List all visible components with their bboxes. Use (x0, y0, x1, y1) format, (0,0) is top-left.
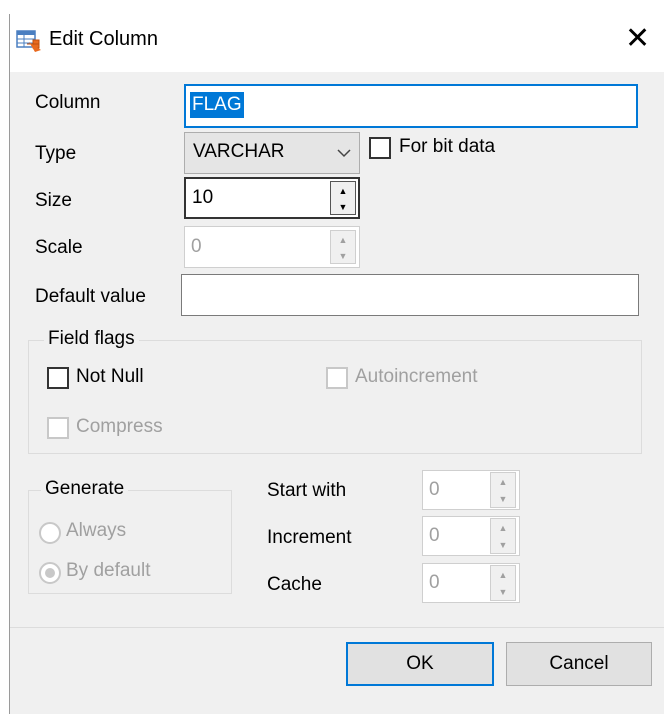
size-input-value: 10 (192, 187, 214, 208)
by-default-radio-dot (45, 568, 55, 578)
type-dropdown[interactable]: VARCHAR (184, 132, 360, 174)
increment-spin-down-icon: ▼ (498, 540, 508, 550)
start-with-spin-up-icon: ▲ (498, 477, 508, 487)
generate-title: Generate (41, 478, 129, 500)
increment-value: 0 (429, 525, 440, 546)
scale-input-value: 0 (191, 236, 202, 257)
increment-spin-up-icon: ▲ (498, 523, 508, 533)
column-name-input[interactable]: FLAG (184, 84, 638, 128)
cache-spin-up-icon: ▲ (498, 570, 508, 580)
increment-spinner: ▲ ▼ (490, 518, 516, 554)
default-value-input[interactable] (181, 274, 639, 316)
cache-value: 0 (429, 572, 440, 593)
for-bit-data-checkbox[interactable] (369, 137, 391, 159)
field-flags-title: Field flags (44, 328, 139, 350)
always-label: Always (66, 520, 127, 541)
compress-label: Compress (76, 416, 163, 437)
type-dropdown-value: VARCHAR (193, 141, 285, 162)
table-edit-icon (15, 28, 43, 56)
start-with-value: 0 (429, 479, 440, 500)
ok-button[interactable]: OK (346, 642, 494, 686)
start-with-label: Start with (267, 480, 347, 501)
increment-label: Increment (267, 527, 352, 548)
scale-label: Scale (35, 237, 83, 258)
by-default-label: By default (66, 560, 151, 581)
size-spin-up-icon[interactable]: ▲ (331, 182, 355, 198)
size-spin-down-icon[interactable]: ▼ (331, 198, 355, 214)
cancel-button[interactable]: Cancel (506, 642, 652, 686)
by-default-radio (39, 562, 61, 584)
default-value-label: Default value (35, 286, 146, 307)
start-with-spinner: ▲ ▼ (490, 472, 516, 508)
scale-spin-down-icon: ▼ (338, 251, 348, 261)
column-label: Column (35, 92, 101, 113)
not-null-checkbox[interactable] (47, 367, 69, 389)
autoincrement-label: Autoincrement (355, 366, 478, 387)
footer-divider (10, 627, 664, 628)
cache-spinner: ▲ ▼ (490, 565, 516, 601)
cache-spin-down-icon: ▼ (498, 587, 508, 597)
always-radio (39, 522, 61, 544)
column-name-selected-text: FLAG (190, 92, 244, 118)
cache-label: Cache (267, 574, 322, 595)
size-label: Size (35, 190, 72, 211)
not-null-label: Not Null (76, 366, 144, 387)
background-window-strip (0, 0, 664, 14)
for-bit-data-label: For bit data (399, 136, 496, 157)
autoincrement-checkbox (326, 367, 348, 389)
start-with-spin-down-icon: ▼ (498, 494, 508, 504)
compress-checkbox (47, 417, 69, 439)
type-label: Type (35, 143, 77, 164)
chevron-down-icon (337, 145, 351, 162)
size-spinner[interactable]: ▲ ▼ (330, 181, 356, 215)
close-icon[interactable]: ✕ (625, 24, 650, 54)
dialog-title: Edit Column (49, 28, 158, 50)
scale-spin-up-icon: ▲ (338, 235, 348, 245)
scale-spinner: ▲ ▼ (330, 230, 356, 264)
